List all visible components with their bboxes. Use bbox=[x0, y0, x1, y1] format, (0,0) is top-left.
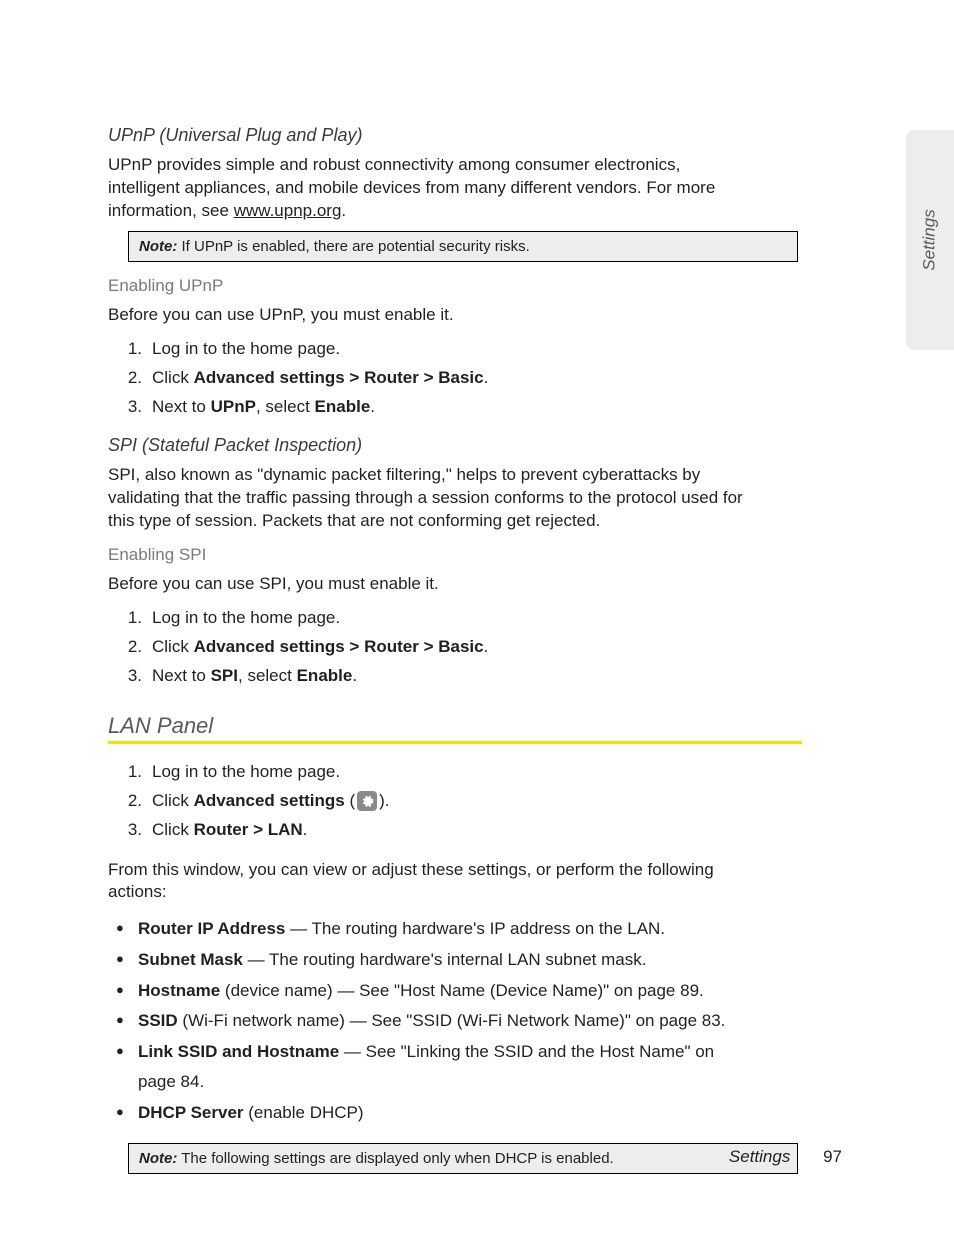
list-item: 2.Click Advanced settings > Router > Bas… bbox=[108, 633, 750, 662]
enabling-upnp-intro: Before you can use UPnP, you must enable… bbox=[108, 304, 750, 327]
page-content: UPnP (Universal Plug and Play) UPnP prov… bbox=[0, 0, 850, 1174]
side-tab-label: Settings bbox=[920, 209, 940, 270]
list-item: SSID (Wi-Fi network name) — See "SSID (W… bbox=[108, 1006, 750, 1037]
list-item: 2.Click Advanced settings (). bbox=[108, 787, 750, 816]
upnp-heading: UPnP (Universal Plug and Play) bbox=[108, 125, 750, 146]
list-item: 3.Next to UPnP, select Enable. bbox=[108, 393, 750, 422]
side-tab: Settings bbox=[906, 130, 954, 350]
list-item: 3.Click Router > LAN. bbox=[108, 816, 750, 845]
upnp-steps: 1.Log in to the home page. 2.Click Advan… bbox=[108, 335, 750, 422]
list-item: 2.Click Advanced settings > Router > Bas… bbox=[108, 364, 750, 393]
page-footer: Settings 97 bbox=[729, 1147, 842, 1167]
lan-note: Note: The following settings are display… bbox=[128, 1143, 798, 1174]
enabling-spi-heading: Enabling SPI bbox=[108, 545, 750, 565]
note-text: The following settings are displayed onl… bbox=[181, 1150, 613, 1167]
upnp-note: Note: If UPnP is enabled, there are pote… bbox=[128, 231, 798, 262]
list-item: 3.Next to SPI, select Enable. bbox=[108, 662, 750, 691]
list-item: 1.Log in to the home page. bbox=[108, 335, 750, 364]
enabling-upnp-heading: Enabling UPnP bbox=[108, 276, 750, 296]
upnp-intro: UPnP provides simple and robust connecti… bbox=[108, 154, 750, 223]
list-item: 1.Log in to the home page. bbox=[108, 758, 750, 787]
lan-outro: From this window, you can view or adjust… bbox=[108, 859, 750, 905]
spi-heading: SPI (Stateful Packet Inspection) bbox=[108, 435, 750, 456]
list-item: DHCP Server (enable DHCP) bbox=[108, 1098, 750, 1129]
gear-icon bbox=[357, 791, 377, 811]
footer-page: 97 bbox=[823, 1147, 842, 1166]
upnp-link[interactable]: www.upnp.org bbox=[234, 201, 342, 220]
note-text: If UPnP is enabled, there are potential … bbox=[182, 238, 530, 255]
lan-bullets: Router IP Address — The routing hardware… bbox=[108, 914, 750, 1128]
footer-section: Settings bbox=[729, 1147, 790, 1166]
spi-steps: 1.Log in to the home page. 2.Click Advan… bbox=[108, 604, 750, 691]
list-item: Link SSID and Hostname — See "Linking th… bbox=[108, 1037, 750, 1098]
list-item: Router IP Address — The routing hardware… bbox=[108, 914, 750, 945]
list-item: Hostname (device name) — See "Host Name … bbox=[108, 976, 750, 1007]
heading-rule bbox=[108, 741, 802, 744]
lan-steps: 1.Log in to the home page. 2.Click Advan… bbox=[108, 758, 750, 845]
spi-intro: SPI, also known as "dynamic packet filte… bbox=[108, 464, 750, 533]
list-item: Subnet Mask — The routing hardware's int… bbox=[108, 945, 750, 976]
lan-panel-heading: LAN Panel bbox=[108, 713, 750, 739]
note-label: Note: bbox=[139, 238, 177, 255]
enabling-spi-intro: Before you can use SPI, you must enable … bbox=[108, 573, 750, 596]
list-item: 1.Log in to the home page. bbox=[108, 604, 750, 633]
note-label: Note: bbox=[139, 1150, 177, 1167]
